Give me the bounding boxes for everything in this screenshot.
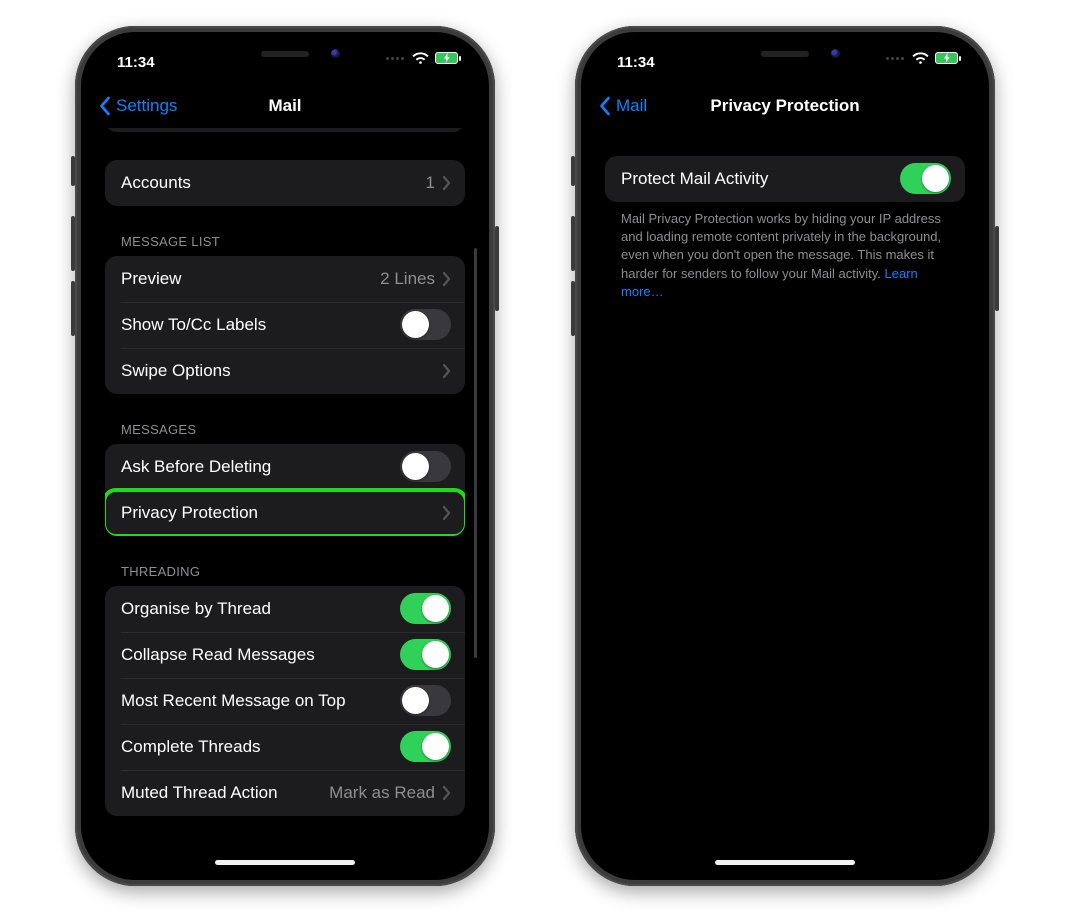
row-accounts[interactable]: Accounts1 — [105, 160, 465, 206]
home-indicator[interactable] — [715, 860, 855, 865]
battery-icon — [935, 52, 961, 64]
row-protect-mail-activity[interactable]: Protect Mail Activity — [605, 156, 965, 202]
row-preview[interactable]: Preview2 Lines — [105, 256, 465, 302]
scrollbar[interactable] — [474, 248, 477, 658]
row-label: Most Recent Message on Top — [121, 691, 400, 711]
row-show-to-cc[interactable]: Show To/Cc Labels — [105, 302, 465, 348]
nav-bar: Settings Mail — [89, 84, 481, 128]
row-label: Privacy Protection — [121, 503, 443, 523]
group-header: THREADING — [121, 564, 449, 579]
status-time: 11:34 — [617, 54, 655, 71]
row-complete-threads[interactable]: Complete Threads — [105, 724, 465, 770]
status-time: 11:34 — [117, 54, 155, 71]
row-ask-before-deleting[interactable]: Ask Before Deleting — [105, 444, 465, 490]
nav-bar: Mail Privacy Protection — [589, 84, 981, 128]
row-label: Muted Thread Action — [121, 783, 329, 803]
row-label: Complete Threads — [121, 737, 400, 757]
row-muted-thread-action[interactable]: Muted Thread ActionMark as Read — [105, 770, 465, 816]
row-label: Swipe Options — [121, 361, 443, 381]
row-collapse-read-messages[interactable]: Collapse Read Messages — [105, 632, 465, 678]
toggle-complete-threads[interactable] — [400, 731, 451, 762]
row-detail: 1 — [426, 173, 435, 193]
group-header: MESSAGES — [121, 422, 449, 437]
footer-text: Mail Privacy Protection works by hiding … — [605, 202, 965, 302]
nav-title: Mail — [89, 96, 481, 116]
toggle-protect-mail-activity[interactable] — [900, 163, 951, 194]
battery-icon — [435, 52, 461, 64]
dots-icon — [386, 57, 404, 60]
row-label: Preview — [121, 269, 380, 289]
group-header: MESSAGE LIST — [121, 234, 449, 249]
chevron-right-icon — [443, 272, 451, 286]
home-indicator[interactable] — [215, 860, 355, 865]
row-label: Show To/Cc Labels — [121, 315, 400, 335]
row-detail: Mark as Read — [329, 783, 435, 803]
wifi-icon — [912, 52, 929, 65]
toggle-ask-before-deleting[interactable] — [400, 451, 451, 482]
dots-icon — [886, 57, 904, 60]
chevron-right-icon — [443, 364, 451, 378]
row-label: Organise by Thread — [121, 599, 400, 619]
row-detail: 2 Lines — [380, 269, 435, 289]
wifi-icon — [412, 52, 429, 65]
row-language[interactable]: Language English (UK) — [105, 128, 465, 132]
nav-title: Privacy Protection — [589, 96, 981, 116]
row-label: Ask Before Deleting — [121, 457, 400, 477]
row-label: Collapse Read Messages — [121, 645, 400, 665]
row-label: Protect Mail Activity — [621, 169, 900, 189]
toggle-show-to-cc[interactable] — [400, 309, 451, 340]
chevron-right-icon — [443, 176, 451, 190]
chevron-right-icon — [443, 786, 451, 800]
toggle-most-recent-on-top[interactable] — [400, 685, 451, 716]
row-privacy-protection[interactable]: Privacy Protection — [105, 490, 465, 536]
phone-left: 11:34 Settings Mail — [75, 26, 495, 886]
toggle-collapse-read-messages[interactable] — [400, 639, 451, 670]
row-swipe-options[interactable]: Swipe Options — [105, 348, 465, 394]
row-organise-by-thread[interactable]: Organise by Thread — [105, 586, 465, 632]
toggle-organise-by-thread[interactable] — [400, 593, 451, 624]
phone-right: 11:34 Mail Privacy Protection — [575, 26, 995, 886]
row-label: Accounts — [121, 173, 426, 193]
row-most-recent-on-top[interactable]: Most Recent Message on Top — [105, 678, 465, 724]
chevron-right-icon — [443, 506, 451, 520]
